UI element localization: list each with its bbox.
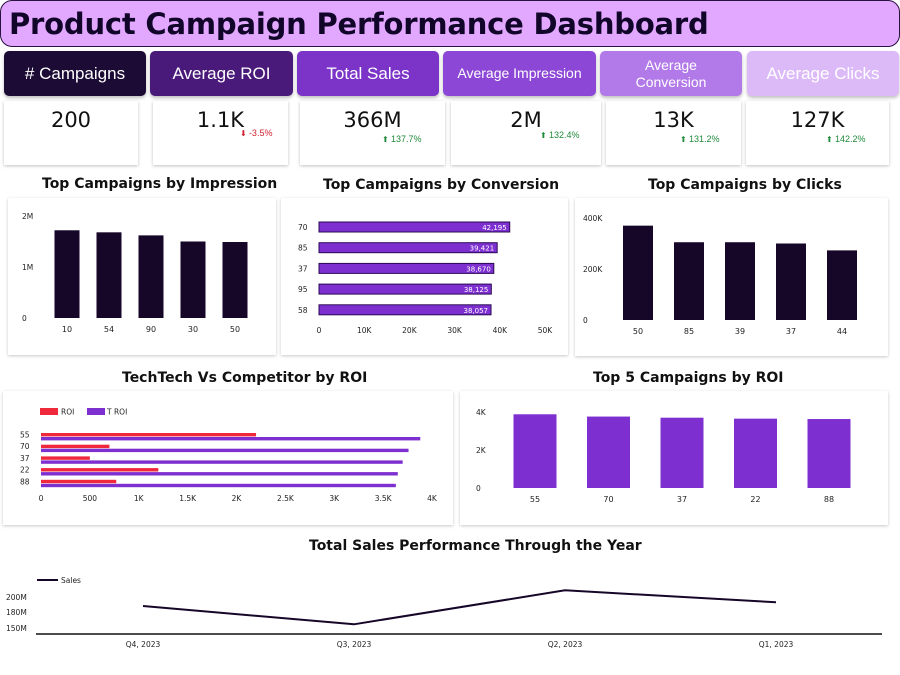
sales-y-tick-label: 150M — [6, 624, 27, 633]
kpi-average-impression-delta: ⬆ 132.4% — [540, 130, 579, 140]
kpi-average-impression-value: 2M — [510, 108, 542, 132]
kpi-delta-text: 131.2% — [688, 134, 720, 144]
clicks-chart-title: Top Campaigns by Clicks — [648, 177, 842, 193]
sales-x-tick-label: Q1, 2023 — [759, 640, 794, 649]
techtech-panel — [3, 391, 453, 525]
kpi-total-sales-delta: ⬆ 137.7% — [382, 134, 421, 144]
kpi-average-roi-delta: ⬇ -3.5% — [240, 128, 272, 138]
kpi-total-sales-value: 366M — [343, 108, 402, 132]
page-title: Product Campaign Performance Dashboard — [9, 7, 709, 41]
conversion-chart-title: Top Campaigns by Conversion — [323, 177, 560, 193]
arrow-down-icon: ⬇ — [240, 129, 249, 138]
kpi-average-clicks-card: 127K — [746, 101, 889, 165]
kpi-delta-text: -3.5% — [248, 128, 273, 138]
sales-y-tick-label: 180M — [6, 608, 27, 617]
sales-x-tick-label: Q3, 2023 — [337, 640, 372, 649]
kpi-delta-text: 142.2% — [834, 134, 866, 144]
kpi-average-conversion-header: Average Conversion — [600, 51, 742, 96]
kpi-average-impression-header: Average Impression — [443, 51, 596, 96]
kpi-average-roi-header: Average ROI — [150, 51, 293, 96]
sales-x-tick-label: Q2, 2023 — [548, 640, 583, 649]
arrow-up-icon: ⬆ — [382, 135, 391, 144]
kpi-average-conversion-delta: ⬆ 131.2% — [680, 134, 719, 144]
kpi-average-conversion-card: 13K — [606, 101, 741, 165]
conversion-panel — [281, 198, 568, 355]
arrow-up-icon: ⬆ — [540, 131, 549, 140]
kpi-delta-text: 132.4% — [548, 130, 580, 140]
kpi-average-conversion-value: 13K — [653, 108, 694, 132]
kpi-campaigns-card: 200 — [4, 101, 138, 165]
kpi-campaigns-header: # Campaigns — [4, 51, 146, 96]
arrow-up-icon: ⬆ — [680, 135, 689, 144]
kpi-average-clicks-delta: ⬆ 142.2% — [826, 134, 865, 144]
kpi-average-clicks-value: 127K — [790, 108, 845, 132]
techtech-chart-title: TechTech Vs Competitor by ROI — [122, 370, 368, 386]
top5-roi-chart-title: Top 5 Campaigns by ROI — [593, 370, 784, 386]
kpi-campaigns-value: 200 — [50, 108, 92, 132]
kpi-total-sales-header: Total Sales — [297, 51, 439, 96]
impression-chart-title: Top Campaigns by Impression — [42, 176, 278, 192]
title-bar: Product Campaign Performance Dashboard — [0, 0, 900, 47]
sales-y-tick-label: 200M — [6, 593, 27, 602]
sales-line — [142, 589, 777, 626]
kpi-total-sales-card: 366M — [300, 101, 445, 165]
impression-panel — [8, 198, 276, 355]
sales-trend-chart-title: Total Sales Performance Through the Year — [309, 538, 642, 554]
kpi-delta-text: 137.7% — [390, 134, 422, 144]
sales-x-tick-label: Q4, 2023 — [126, 640, 161, 649]
clicks-panel — [575, 198, 888, 356]
kpi-average-clicks-header: Average Clicks — [747, 51, 899, 96]
top5-roi-panel — [460, 391, 888, 525]
legend-sales-label: Sales — [61, 576, 81, 585]
arrow-up-icon: ⬆ — [826, 135, 835, 144]
